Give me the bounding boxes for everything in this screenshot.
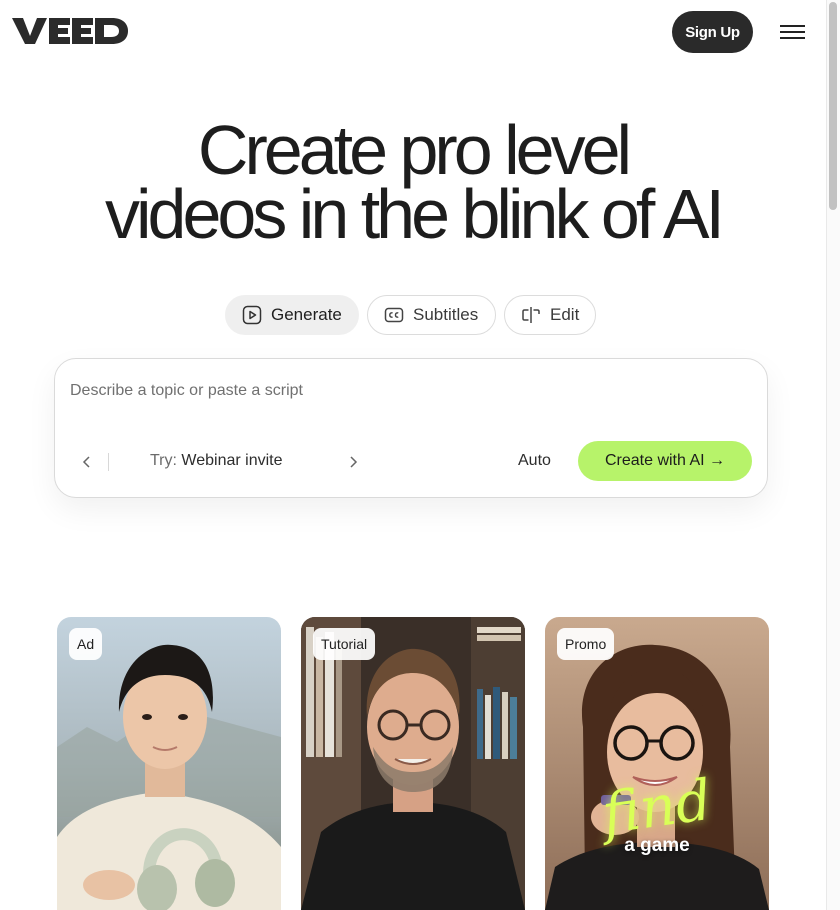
prompt-card: Try: Webinar invite Auto Create with AI … <box>54 358 768 498</box>
tutorial-thumbnail <box>301 617 525 910</box>
tab-generate[interactable]: Generate <box>225 295 359 335</box>
hero-title-line-2: videos in the blink of AI <box>105 175 725 253</box>
scrollbar-thumb[interactable] <box>829 2 837 210</box>
divider <box>108 453 109 471</box>
site-header: Sign Up <box>0 0 826 64</box>
try-prefix: Try: <box>150 452 177 469</box>
video-card-promo[interactable]: Promo find a game <box>545 617 769 910</box>
play-square-icon <box>242 305 262 325</box>
tab-generate-label: Generate <box>271 305 342 324</box>
cut-split-icon <box>522 307 540 323</box>
ad-thumbnail <box>57 617 281 910</box>
card-badge: Ad <box>69 628 103 660</box>
mode-tabs: Generate Subtitles Edit <box>0 295 826 335</box>
hero-title: Create pro level videos in the blink of … <box>0 111 826 253</box>
card-badge: Tutorial <box>313 628 376 660</box>
chevron-left-icon[interactable] <box>76 451 98 473</box>
prompt-input[interactable] <box>70 379 750 403</box>
hamburger-menu-icon[interactable] <box>780 22 806 42</box>
try-suggestion-value: Webinar invite <box>181 452 283 469</box>
tab-subtitles-label: Subtitles <box>413 305 479 324</box>
auto-selector[interactable]: Auto <box>518 452 551 470</box>
video-card-ad[interactable]: Ad <box>57 617 281 910</box>
sign-up-button[interactable]: Sign Up <box>672 11 753 53</box>
veed-logo[interactable] <box>12 16 128 46</box>
try-suggestion[interactable]: Try: Webinar invite <box>150 452 283 470</box>
create-with-ai-button[interactable]: Create with AI → <box>578 441 752 481</box>
closed-captions-icon <box>384 307 404 323</box>
promo-overlay-caption: a game <box>624 835 690 856</box>
card-badge: Promo <box>557 628 615 660</box>
tab-edit[interactable]: Edit <box>504 295 596 335</box>
tab-subtitles[interactable]: Subtitles <box>367 295 496 335</box>
hero-title-line-1: Create pro level <box>197 111 632 189</box>
tab-edit-label: Edit <box>550 305 580 324</box>
chevron-right-icon[interactable] <box>342 451 364 473</box>
video-card-tutorial[interactable]: Tutorial <box>301 617 525 910</box>
